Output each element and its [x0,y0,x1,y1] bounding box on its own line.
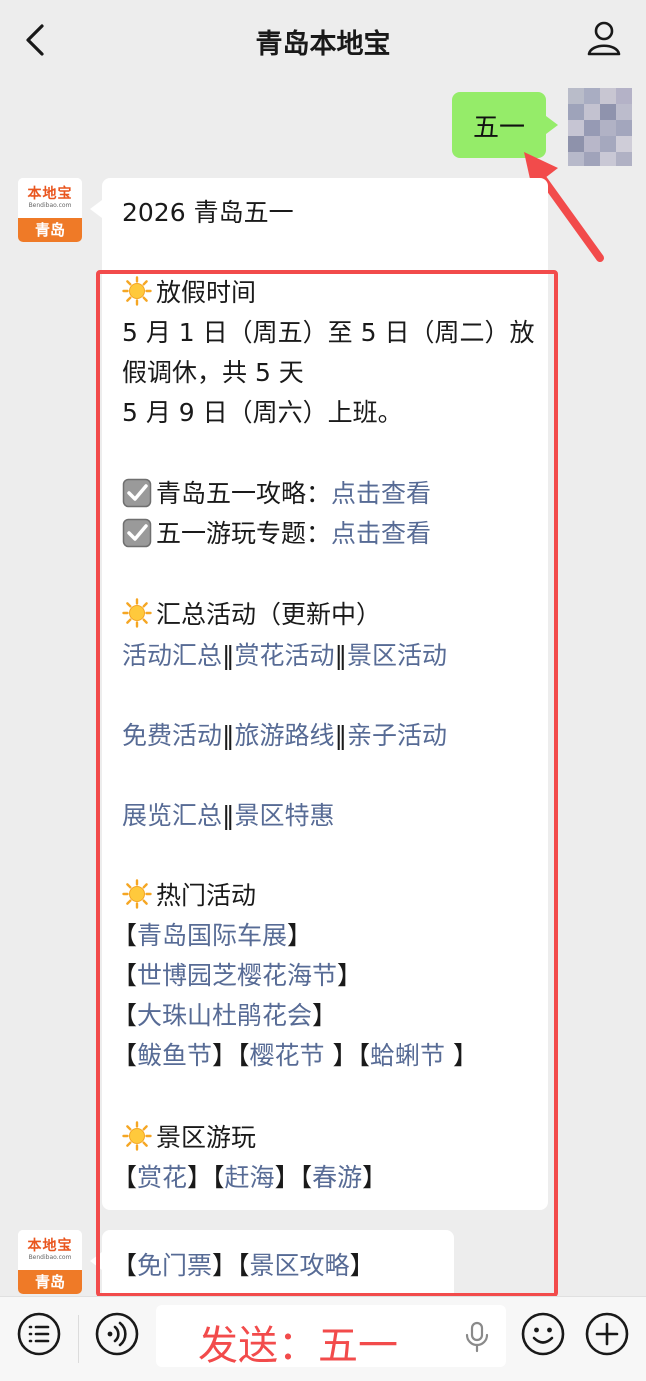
link-family-activities[interactable]: 亲子活动 [347,721,447,750]
sun-icon [122,879,152,909]
voice-icon [95,1312,139,1356]
holiday-title: 放假时间 [122,275,256,311]
guide-link[interactable]: 点击查看 [331,479,431,508]
menu-button[interactable] [16,1311,62,1357]
emoji-icon [521,1312,565,1356]
summary-row-1: 活动汇总‖赏花活动‖景区活动 [122,641,448,670]
link-free-activities[interactable]: 免费活动 [122,721,222,750]
checkbox-icon [122,518,152,548]
summary-row-3: 展览汇总‖景区特惠 [122,801,335,830]
bot-avatar[interactable]: 本地宝 Bendibao.com 青岛 [18,178,82,242]
top-bar: 青岛本地宝 [0,0,646,78]
summary-title: 汇总活动（更新中） [122,597,381,633]
message-input[interactable]: 发送：五一 [156,1305,506,1369]
holiday-line-2: 假调休，共 5 天 [122,358,304,387]
hot-item-3: 【大珠山杜鹃花会】 [112,1001,338,1030]
list-menu-icon [17,1312,61,1356]
bot-avatar[interactable]: 本地宝 Bendibao.com 青岛 [18,1230,82,1294]
link-activity-summary[interactable]: 活动汇总 [122,641,222,670]
checkbox-icon [122,478,152,508]
link-spring-outing[interactable]: 春游 [312,1163,362,1192]
profile-button[interactable] [584,18,624,58]
link-free-tickets[interactable]: 免门票 [137,1251,212,1280]
link-shibazakura-festival[interactable]: 世博园芝樱花海节 [137,961,337,990]
emoji-button[interactable] [520,1311,566,1357]
link-flower-viewing[interactable]: 赏花 [137,1163,187,1192]
hot-item-4: 【鲅鱼节】【樱花节 】【蛤蜊节 】 [112,1041,478,1070]
link-mackerel-festival[interactable]: 鲅鱼节 [137,1041,212,1070]
mic-icon[interactable] [464,1321,490,1353]
avatar-brand: 本地宝 [27,1238,73,1254]
second-items: 【免门票】【景区攻略】 [112,1251,375,1280]
link-scenic-deals[interactable]: 景区特惠 [235,801,335,830]
chat-screen: 青岛本地宝 五一 本地宝 Bendibao.com 青岛 2026 青岛五一 放… [0,0,646,1381]
page-title: 青岛本地宝 [255,29,391,60]
avatar-city: 青岛 [18,218,82,242]
link-flower-activities[interactable]: 赏花活动 [235,641,335,670]
hot-item-1: 【青岛国际车展】 [112,921,313,950]
outgoing-message-bubble[interactable]: 五一 [452,92,558,158]
avatar-brand: 本地宝 [27,186,73,202]
link-exhibition-summary[interactable]: 展览汇总 [122,801,222,830]
hot-item-2: 【世博园芝樱花海节】 [112,961,363,990]
plus-icon [585,1312,629,1356]
link-cherry-festival[interactable]: 樱花节 [250,1041,333,1070]
link-travel-routes[interactable]: 旅游路线 [235,721,335,750]
avatar-url: Bendibao.com [28,202,72,209]
voice-button[interactable] [94,1311,140,1357]
link-auto-show[interactable]: 青岛国际车展 [137,921,287,950]
link-beachcombing[interactable]: 赶海 [225,1163,275,1192]
link-scenic-activities[interactable]: 景区活动 [347,641,447,670]
link-azalea-festival[interactable]: 大珠山杜鹃花会 [137,1001,312,1030]
message-heading: 2026 青岛五一 [122,198,294,227]
divider [78,1315,79,1363]
summary-row-2: 免费活动‖旅游路线‖亲子活动 [122,721,448,750]
plus-button[interactable] [584,1311,630,1357]
link-clam-festival[interactable]: 蛤蜊节 [370,1041,453,1070]
link-scenic-guide[interactable]: 景区攻略 [250,1251,350,1280]
person-icon [587,21,621,56]
holiday-line-1: 5 月 1 日（周五）至 5 日（周二）放 [122,318,535,347]
scenic-title: 景区游玩 [122,1120,256,1156]
outgoing-message-text: 五一 [472,112,525,143]
guide-row: 青岛五一攻略：点击查看 [122,476,431,512]
scenic-items: 【赏花】【赶海】【春游】 [112,1163,388,1192]
hot-title: 热门活动 [122,878,256,914]
topic-row: 五一游玩专题：点击查看 [122,516,431,552]
sun-icon [122,276,152,306]
sun-icon [122,598,152,628]
sun-icon [122,1121,152,1151]
avatar-url: Bendibao.com [28,1254,72,1261]
input-text: 发送：五一 [198,1323,398,1369]
input-bar: 发送：五一 [0,1296,646,1381]
holiday-line-3: 5 月 9 日（周六）上班。 [122,398,403,427]
avatar-city: 青岛 [18,1270,82,1294]
topic-link[interactable]: 点击查看 [331,519,431,548]
